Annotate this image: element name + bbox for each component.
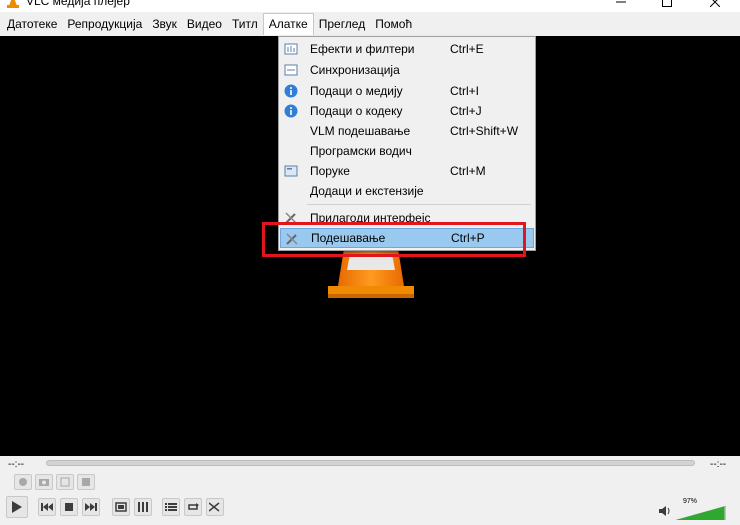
- menu-item-shortcut: Ctrl+J: [450, 104, 482, 118]
- menu-item-label: Додаци и екстензије: [310, 184, 424, 198]
- volume-slider[interactable]: [676, 506, 726, 520]
- camera-icon: [39, 479, 49, 486]
- volume-percent: 97%: [683, 498, 698, 505]
- frame-step-button[interactable]: [77, 474, 95, 490]
- menu-tools[interactable]: Алатке: [262, 13, 314, 35]
- playback-controls: --:-- --:-- 97%: [0, 456, 740, 525]
- loop-button[interactable]: [184, 498, 202, 516]
- vlc-cone-icon: [7, 0, 19, 8]
- time-total: --:--: [710, 459, 727, 470]
- record-icon: [19, 478, 27, 486]
- stop-button[interactable]: [60, 498, 78, 516]
- shuffle-button[interactable]: [206, 498, 224, 516]
- sync-icon: [284, 64, 298, 76]
- menu-item-vlm-config[interactable]: VLM подешавање Ctrl+Shift+W: [280, 121, 534, 141]
- loop-ab-button[interactable]: [56, 474, 74, 490]
- menu-view[interactable]: Преглед: [314, 13, 371, 35]
- menu-item-shortcut: Ctrl+E: [450, 42, 484, 56]
- menu-bar: Датотеке Репродукција Звук Видео Титл Ал…: [0, 12, 740, 36]
- menu-item-effects-filters[interactable]: Ефекти и филтери Ctrl+E: [280, 39, 534, 59]
- info-icon: [284, 104, 298, 118]
- menu-item-plugins-extensions[interactable]: Додаци и екстензије: [280, 181, 534, 201]
- next-icon: [85, 503, 97, 511]
- menu-item-label: Подаци о кодеку: [310, 104, 403, 118]
- play-icon: [12, 501, 22, 513]
- title-bar: VLC медија плејер: [0, 0, 740, 12]
- menu-item-codec-info[interactable]: Подаци о кодеку Ctrl+J: [280, 101, 534, 121]
- shuffle-icon: [209, 502, 220, 512]
- window-title: VLC медија плејер: [26, 0, 130, 8]
- maximize-icon: [662, 0, 672, 7]
- playlist-icon: [165, 503, 177, 511]
- minimize-button[interactable]: [598, 0, 644, 12]
- fullscreen-icon: [115, 502, 127, 512]
- equalizer-icon: [284, 43, 298, 55]
- info-icon: [284, 84, 298, 98]
- loop-ab-icon: [60, 477, 70, 487]
- speaker-icon[interactable]: [658, 504, 672, 518]
- close-button[interactable]: [692, 0, 738, 12]
- menu-item-label: Ефекти и филтери: [310, 42, 415, 56]
- play-button[interactable]: [6, 496, 28, 518]
- stop-icon: [65, 503, 73, 511]
- menu-item-label: Синхронизација: [310, 63, 400, 77]
- highlight-annotation: [262, 222, 526, 257]
- menu-item-label: Поруке: [310, 164, 350, 178]
- equalizer-sliders-icon: [138, 502, 148, 512]
- snapshot-button[interactable]: [35, 474, 53, 490]
- menu-item-label: Подаци о медију: [310, 84, 403, 98]
- previous-icon: [41, 503, 53, 511]
- playlist-button[interactable]: [162, 498, 180, 516]
- record-button[interactable]: [14, 474, 32, 490]
- menu-item-shortcut: Ctrl+M: [450, 164, 486, 178]
- menu-subtitle[interactable]: Титл: [227, 13, 263, 35]
- menu-item-media-info[interactable]: Подаци о медију Ctrl+I: [280, 81, 534, 101]
- menu-item-shortcut: Ctrl+I: [450, 84, 480, 98]
- menu-video[interactable]: Видео: [182, 13, 227, 35]
- loop-icon: [188, 503, 199, 510]
- close-icon: [710, 0, 720, 7]
- menu-item-shortcut: Ctrl+Shift+W: [450, 124, 519, 138]
- messages-icon: [284, 165, 298, 177]
- menu-item-synchronization[interactable]: Синхронизација: [280, 60, 534, 80]
- menu-item-program-guide[interactable]: Програмски водич: [280, 141, 534, 161]
- menu-item-label: VLM подешавање: [310, 124, 411, 138]
- menu-playback[interactable]: Репродукција: [62, 13, 147, 35]
- menu-item-label: Програмски водич: [310, 144, 412, 158]
- fullscreen-button[interactable]: [112, 498, 130, 516]
- frame-step-icon: [82, 478, 90, 486]
- extended-settings-button[interactable]: [134, 498, 152, 516]
- seek-bar[interactable]: [46, 460, 695, 466]
- previous-button[interactable]: [38, 498, 56, 516]
- minimize-icon: [616, 1, 626, 3]
- menu-item-messages[interactable]: Поруке Ctrl+M: [280, 161, 534, 181]
- tools-menu-dropdown: Ефекти и филтери Ctrl+E Синхронизација П…: [278, 36, 536, 251]
- menu-audio[interactable]: Звук: [147, 13, 182, 35]
- maximize-button[interactable]: [644, 0, 690, 12]
- next-button[interactable]: [82, 498, 100, 516]
- menu-separator: [307, 204, 531, 205]
- time-elapsed: --:--: [8, 459, 25, 470]
- menu-media[interactable]: Датотеке: [0, 13, 62, 35]
- menu-help[interactable]: Помоћ: [370, 13, 417, 35]
